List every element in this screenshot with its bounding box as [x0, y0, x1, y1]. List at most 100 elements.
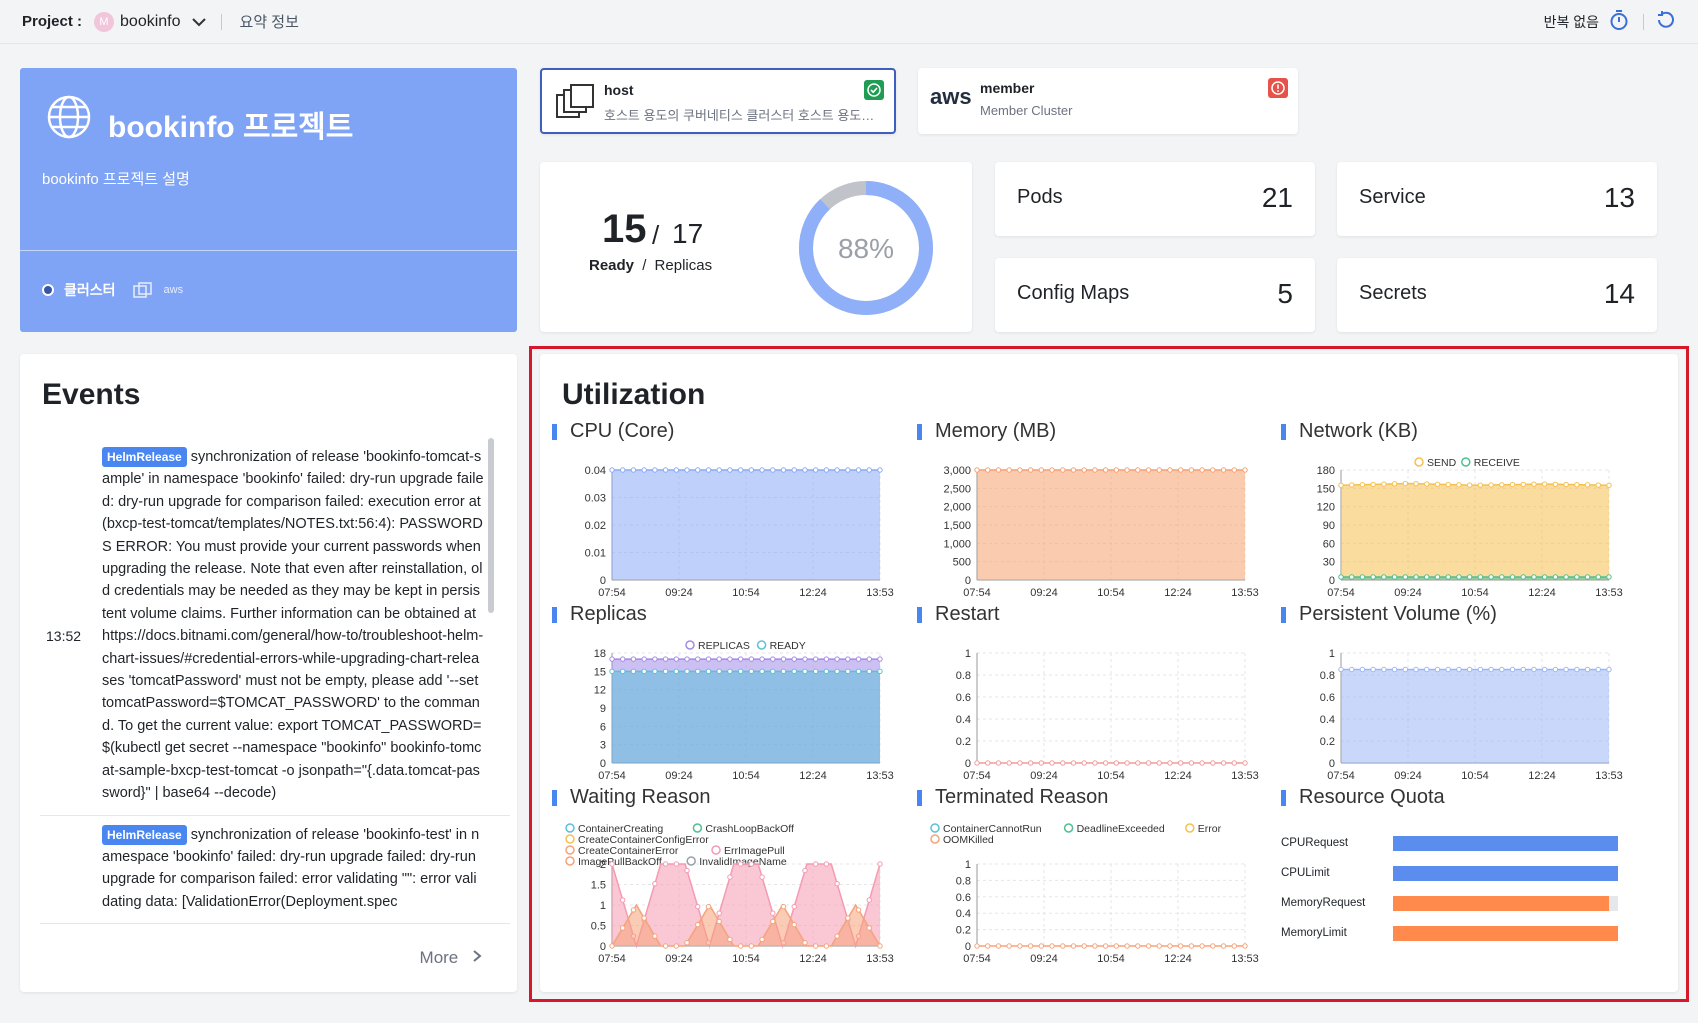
- utilization-panel: Utilization CPU (Core) 0.04 0.03 0.02 0.01 0…: [540, 354, 1678, 992]
- data-point: [641, 467, 647, 473]
- y-tick-label: 500: [953, 557, 971, 569]
- data-point: [877, 467, 883, 473]
- data-point: [1167, 467, 1173, 473]
- data-point: [1520, 666, 1526, 673]
- y-tick-label: 0: [600, 575, 606, 587]
- data-point: [770, 910, 776, 916]
- data-point: [866, 467, 872, 473]
- quota-label: MemoryRequest: [1281, 897, 1366, 909]
- pv-chart: 1 0.8 0.6 0.4 0.2 007:54 09:24 10:54 12:24 13:53: [1320, 648, 1623, 782]
- data-point: [684, 668, 690, 675]
- data-point: [1017, 467, 1023, 473]
- data-point: [620, 897, 626, 903]
- x-tick-label: 13:53: [866, 953, 894, 965]
- data-point: [609, 656, 615, 662]
- service-card[interactable]: Service 13: [1337, 162, 1657, 236]
- panel-title: Replicas: [552, 603, 647, 626]
- x-tick-label: 09:24: [1030, 587, 1058, 599]
- timer-icon[interactable]: [1609, 9, 1629, 34]
- x-tick-label: 12:24: [799, 587, 827, 599]
- x-tick-label: 13:53: [1231, 953, 1259, 965]
- more-link[interactable]: More: [420, 948, 483, 968]
- project-selector[interactable]: bookinfo: [120, 13, 181, 31]
- x-tick-label: 13:53: [866, 770, 894, 782]
- project-card: bookinfo 프로젝트 bookinfo 프로젝트 설명 클러스터 aws: [20, 68, 517, 332]
- data-point: [866, 925, 872, 931]
- cpu-panel: CPU (Core) 0.04 0.03 0.02 0.01 0 07:54 09:24 10…: [540, 420, 900, 603]
- data-point: [770, 668, 776, 675]
- repeat-label[interactable]: 반복 없음: [1544, 12, 1599, 32]
- data-point: [1424, 481, 1430, 487]
- replicas-chart: 18 15 12 9 6 3 007:54 09:24 10:54 12:24 13:53 REPLI…: [594, 640, 894, 782]
- data-point: [1006, 760, 1012, 766]
- data-point: [759, 467, 765, 473]
- data-point: [791, 903, 797, 910]
- data-point: [705, 903, 712, 910]
- cpu-chart: 0.04 0.03 0.02 0.01 007:54 09:24 10:54 12:24 13:…: [585, 465, 894, 599]
- data-point: [1156, 943, 1162, 949]
- data-point: [727, 874, 733, 880]
- data-point: [1509, 574, 1516, 580]
- data-point: [1081, 943, 1087, 949]
- quota-bar: [1393, 836, 1618, 851]
- x-tick-label: 07:54: [1327, 587, 1355, 599]
- data-point: [684, 656, 690, 662]
- summary-link[interactable]: 요약 정보: [240, 11, 299, 32]
- data-point: [1049, 467, 1055, 473]
- data-point: [673, 656, 680, 662]
- x-tick-label: 10:54: [1097, 587, 1125, 599]
- data-point: [1584, 666, 1591, 673]
- chevron-down-icon[interactable]: [191, 14, 207, 30]
- legend-marker: [565, 845, 575, 855]
- data-point: [673, 668, 680, 675]
- data-point: [812, 861, 819, 867]
- event-item: HelmRelease synchronization of release 'b…: [40, 816, 510, 925]
- cluster-card-host[interactable]: host 호스트 용도의 쿠버네티스 클러스터 호스트 용도의 클러스터: [540, 68, 896, 134]
- data-point: [630, 907, 637, 913]
- data-point: [1102, 943, 1109, 949]
- y-tick-label: 1.5: [591, 880, 606, 892]
- data-point: [737, 943, 744, 949]
- y-tick-label: 6: [600, 721, 606, 733]
- data-point: [877, 943, 883, 949]
- data-point: [1520, 481, 1526, 488]
- data-point: [1456, 666, 1462, 673]
- quota-bar-fill: [1393, 836, 1618, 851]
- data-point: [1167, 943, 1173, 949]
- data-point: [1242, 467, 1248, 473]
- y-tick-label: 18: [594, 648, 606, 660]
- legend-marker: [930, 823, 940, 833]
- cluster-stack-icon: [132, 282, 152, 298]
- y-tick-label: 0.6: [956, 892, 971, 904]
- donut-percent: 88%: [838, 233, 894, 264]
- data-point: [695, 656, 701, 662]
- replica-total: 17: [672, 218, 704, 249]
- data-point: [1541, 666, 1548, 673]
- events-scrollbar[interactable]: [488, 438, 494, 613]
- secrets-card[interactable]: Secrets 14: [1337, 258, 1657, 332]
- config-maps-label: Config Maps: [1017, 282, 1130, 304]
- data-point: [1135, 943, 1141, 949]
- data-point: [737, 467, 744, 473]
- events-list[interactable]: 13:52 HelmRelease synchronization of rele…: [40, 438, 510, 928]
- data-point: [802, 940, 808, 946]
- legend-label: RECEIVE: [1474, 457, 1520, 469]
- data-point: [1038, 943, 1045, 949]
- globe-icon: [47, 95, 91, 139]
- data-point: [1391, 666, 1398, 673]
- pods-count: 21: [1261, 182, 1293, 213]
- cluster-name: host: [604, 82, 634, 98]
- data-point: [1135, 467, 1141, 473]
- data-point: [748, 668, 755, 675]
- aws-logo-icon: aws: [930, 84, 972, 109]
- refresh-icon[interactable]: [1654, 10, 1676, 33]
- data-point: [1359, 666, 1366, 673]
- data-point: [985, 943, 991, 949]
- data-point: [716, 918, 722, 925]
- cluster-card-member[interactable]: aws member Member Cluster: [918, 68, 1298, 134]
- data-point: [823, 943, 830, 949]
- config-maps-card[interactable]: Config Maps 5: [995, 258, 1315, 332]
- data-point: [1456, 574, 1462, 580]
- data-point: [995, 943, 1002, 949]
- pods-card[interactable]: Pods 21: [995, 162, 1315, 236]
